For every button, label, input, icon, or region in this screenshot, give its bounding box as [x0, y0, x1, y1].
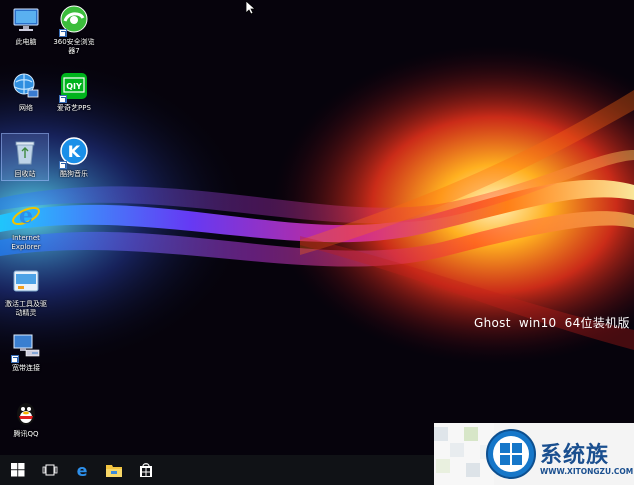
svg-text:QIY: QIY: [66, 82, 82, 91]
desktop-icon-activation-tool[interactable]: 激活工具及驱动精灵: [0, 266, 52, 318]
internet-explorer-icon: e: [10, 200, 42, 232]
desktop-icon-this-pc[interactable]: 此电脑: [0, 4, 52, 47]
site-url: WWW.XITONGZU.COM: [540, 467, 634, 476]
svg-text:K: K: [68, 142, 81, 161]
computer-icon: [10, 4, 42, 36]
shortcut-arrow-icon: [59, 161, 67, 169]
desktop-icon-internet-explorer[interactable]: e Internet Explorer: [0, 200, 52, 252]
xitongzu-logo-icon: [486, 429, 536, 479]
desktop-icon-qq[interactable]: 腾讯QQ: [0, 396, 52, 439]
task-view-icon: [42, 464, 58, 476]
activation-tool-icon: [10, 266, 42, 298]
desktop-icon-360-browser[interactable]: 360安全浏览器7: [48, 4, 100, 56]
edge-button[interactable]: e: [66, 455, 98, 485]
svg-text:e: e: [77, 462, 88, 478]
start-button[interactable]: [2, 455, 34, 485]
desktop-icon-label: 爱奇艺PPS: [57, 104, 91, 112]
site-watermark-logo: 系统族 WWW.XITONGZU.COM: [434, 423, 634, 485]
qq-icon: [10, 396, 42, 428]
recycle-bin-icon: [9, 136, 41, 168]
start-icon: [11, 463, 25, 477]
desktop-icon-label: 酷狗音乐: [60, 170, 88, 178]
shortcut-arrow-icon: [59, 95, 67, 103]
iqiyi-icon: QIY: [58, 70, 90, 103]
edge-icon: e: [77, 462, 88, 478]
kugou-icon: K: [58, 136, 90, 169]
desktop-icon-recycle-bin[interactable]: 回收站: [1, 133, 49, 181]
desktop-icon-label: 网络: [19, 104, 33, 112]
desktop-icon-label: 腾讯QQ: [13, 430, 39, 438]
mouse-cursor-icon: [245, 0, 257, 19]
task-view-button[interactable]: [34, 455, 66, 485]
store-button[interactable]: [130, 455, 162, 485]
file-explorer-button[interactable]: [98, 455, 130, 485]
browser-360-icon: [58, 4, 90, 37]
shortcut-arrow-icon: [59, 29, 67, 37]
site-brand-name: 系统族: [540, 443, 610, 468]
desktop-icon-network[interactable]: 网络: [0, 70, 52, 113]
desktop: 此电脑 360安全浏览器7 网络 QIY 爱奇艺PPS 回收站 K 酷狗音乐 e…: [0, 0, 634, 485]
shortcut-arrow-icon: [11, 355, 19, 363]
svg-text:e: e: [19, 203, 33, 229]
desktop-icon-label: 激活工具及驱动精灵: [5, 300, 47, 317]
desktop-icon-label: Internet Explorer: [11, 234, 41, 251]
desktop-icon-kugou[interactable]: K 酷狗音乐: [48, 136, 100, 179]
desktop-icon-iqiyi[interactable]: QIY 爱奇艺PPS: [48, 70, 100, 113]
desktop-icon-label: 回收站: [14, 170, 36, 178]
broadband-connection-icon: [10, 330, 42, 363]
store-icon: [140, 463, 152, 477]
desktop-icon-label: 此电脑: [15, 38, 37, 46]
network-icon: [10, 70, 42, 102]
desktop-icon-broadband[interactable]: 宽带连接: [0, 330, 52, 373]
desktop-icon-label: 360安全浏览器7: [53, 38, 95, 55]
file-explorer-icon: [106, 465, 122, 477]
desktop-icon-label: 宽带连接: [12, 364, 40, 372]
wallpaper: [0, 0, 634, 455]
wallpaper-watermark-text: Ghost win10 64位装机版: [474, 316, 630, 330]
